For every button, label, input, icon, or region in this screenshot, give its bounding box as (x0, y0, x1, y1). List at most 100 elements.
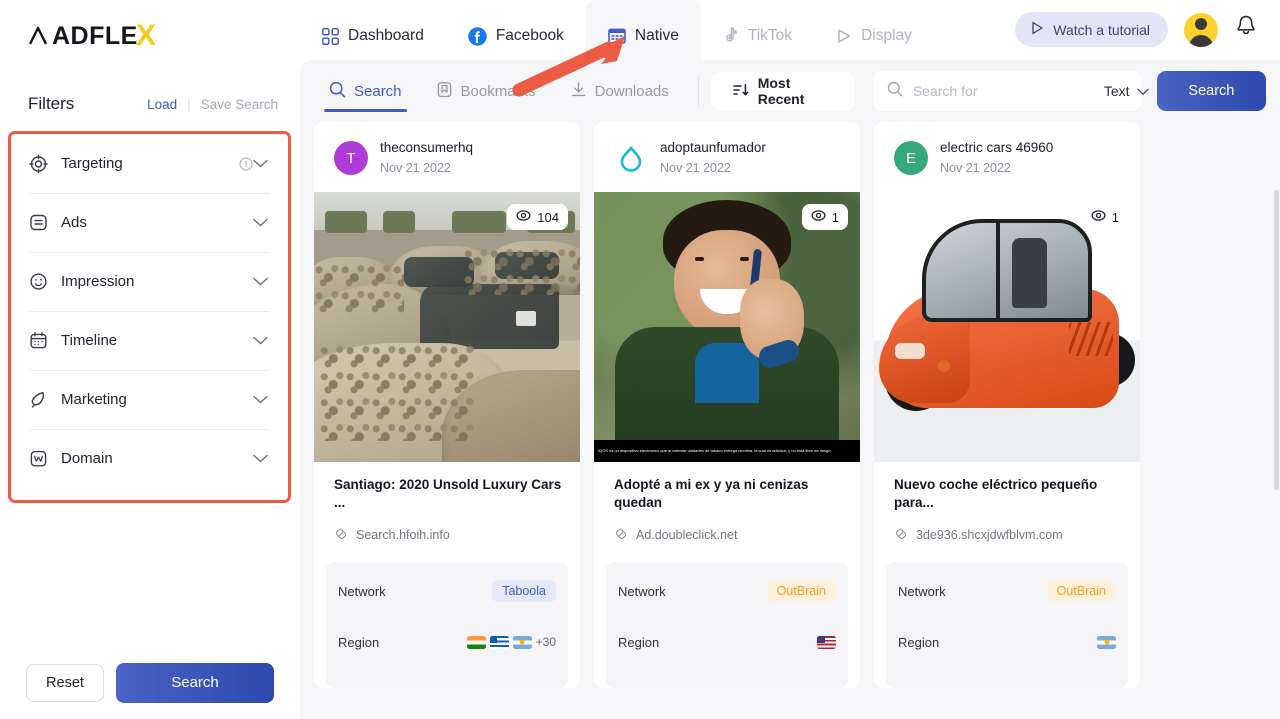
watch-tutorial-button[interactable]: Watch a tutorial (1015, 12, 1168, 47)
view-count-badge: 104 (507, 204, 568, 230)
logo-mark-icon (28, 26, 50, 46)
meta-row-network: Network Taboola (338, 566, 556, 617)
card-header: T theconsumerhq Nov 21 2022 (314, 122, 580, 192)
link-icon (894, 527, 908, 544)
sub-tab-label: Search (354, 83, 402, 100)
nav-tab-label: Facebook (496, 27, 564, 45)
meta-row-region: Region +30 (338, 617, 556, 668)
grid-icon (322, 28, 339, 45)
ad-destination[interactable]: Ad.doubleclick.net (614, 527, 842, 544)
chevron-down-icon (1137, 83, 1149, 99)
meta-key: Region (338, 635, 379, 650)
ads-icon (29, 213, 55, 232)
native-icon (608, 27, 626, 45)
meta-row-partial (898, 668, 1116, 688)
user-avatar[interactable] (1184, 13, 1218, 47)
card-meta: Network Taboola Region +30 (326, 562, 568, 688)
ad-card[interactable]: E electric cars 46960 Nov 21 2022 (874, 122, 1140, 688)
save-search-link[interactable]: Save Search (201, 97, 278, 112)
chevron-down-icon[interactable] (253, 214, 268, 232)
smiley-icon (29, 272, 55, 291)
chevron-down-icon[interactable] (253, 155, 268, 173)
brand-logo[interactable]: ADFLEX (0, 19, 300, 53)
ad-destination[interactable]: Search.hfoih.info (334, 527, 562, 544)
watch-tutorial-label: Watch a tutorial (1053, 22, 1150, 38)
ad-creative-image[interactable]: 1 (874, 192, 1140, 462)
sub-tab-downloads[interactable]: Downloads (553, 62, 686, 120)
sidebar-search-button[interactable]: Search (116, 663, 274, 703)
logo-accent: X (136, 19, 157, 53)
meta-row-partial (338, 668, 556, 688)
filter-item-domain[interactable]: Domain (11, 429, 288, 488)
card-body: Nuevo coche eléctrico pequeño para... 3d… (874, 462, 1140, 551)
ad-destination[interactable]: 3de936.shcxjdwfblvm.com (894, 527, 1122, 544)
sub-tab-search[interactable]: Search (312, 62, 419, 120)
link-icon (334, 527, 348, 544)
account-name: electric cars 46960 (940, 138, 1053, 158)
filter-item-ads[interactable]: Ads (11, 193, 288, 252)
eye-icon (1091, 209, 1106, 225)
region-flags: +30 (467, 635, 556, 649)
filters-group-highlighted: Targeting (8, 131, 291, 503)
filter-item-marketing[interactable]: Marketing (11, 370, 288, 429)
sort-dropdown[interactable]: Most Recent (711, 72, 855, 110)
creative-legal-text: IQOS es un dispositivo electrónico que a… (594, 440, 860, 462)
subnav-divider (698, 76, 699, 106)
chevron-down-icon[interactable] (253, 450, 268, 468)
filter-label: Ads (61, 214, 253, 231)
nav-tab-label: TikTok (748, 27, 792, 45)
filter-label: Marketing (61, 391, 253, 408)
results-grid: T theconsumerhq Nov 21 2022 (300, 122, 1280, 688)
eye-icon (516, 209, 531, 225)
filter-item-timeline[interactable]: Timeline (11, 311, 288, 370)
main-search-button[interactable]: Search (1157, 71, 1266, 111)
meta-row-network: Network OutBrain (898, 566, 1116, 617)
search-input[interactable] (913, 83, 1094, 99)
card-meta: Network OutBrain Region (606, 562, 848, 688)
sub-tab-bookmarks[interactable]: Bookmarks (419, 62, 553, 120)
flag-in-icon (467, 636, 486, 649)
search-type-dropdown[interactable]: Text (1104, 83, 1149, 99)
publish-date: Nov 21 2022 (660, 158, 766, 178)
ad-title: Santiago: 2020 Unsold Luxury Cars ... (334, 476, 562, 512)
actions-divider: | (187, 97, 191, 112)
top-right-actions: Watch a tutorial (1015, 12, 1258, 47)
ad-destination-label: 3de936.shcxjdwfblvm.com (916, 528, 1063, 542)
meta-row-region: Region (898, 617, 1116, 668)
search-field-wrapper[interactable]: Text (873, 71, 1141, 111)
ad-creative-image[interactable]: 104 (314, 192, 580, 462)
creative-art-cars (314, 192, 580, 462)
download-icon (570, 81, 587, 102)
card-body: Santiago: 2020 Unsold Luxury Cars ... Se… (314, 462, 580, 551)
logo-word: ADFLE (52, 22, 138, 51)
meta-key: Network (618, 584, 666, 599)
sub-tab-label: Downloads (595, 83, 669, 100)
card-meta: Network OutBrain Region (886, 562, 1128, 688)
account-name: adoptaunfumador (660, 138, 766, 158)
filter-label: Timeline (61, 332, 253, 349)
notifications-bell-icon[interactable] (1234, 14, 1258, 45)
filter-item-targeting[interactable]: Targeting (11, 134, 288, 193)
filter-label: Impression (61, 273, 253, 290)
vertical-scrollbar[interactable] (1274, 190, 1279, 490)
card-body: Adopté a mi ex y ya ni cenizas quedan Ad… (594, 462, 860, 551)
ad-creative-image[interactable]: IQOS es un dispositivo electrónico que a… (594, 192, 860, 462)
reset-button[interactable]: Reset (26, 664, 104, 702)
card-header: E electric cars 46960 Nov 21 2022 (874, 122, 1140, 192)
ad-card[interactable]: T theconsumerhq Nov 21 2022 (314, 122, 580, 688)
sort-label: Most Recent (758, 75, 833, 107)
chevron-down-icon[interactable] (253, 391, 268, 409)
main-panel: Search Bookmarks Downloa (300, 60, 1280, 719)
meta-row-network: Network OutBrain (618, 566, 836, 617)
ad-card[interactable]: adoptaunfumador Nov 21 2022 (594, 122, 860, 688)
chevron-down-icon[interactable] (253, 273, 268, 291)
info-icon[interactable] (239, 157, 253, 171)
chevron-down-icon[interactable] (253, 332, 268, 350)
search-icon (329, 81, 346, 102)
eye-icon (811, 209, 826, 225)
publish-date: Nov 21 2022 (940, 158, 1053, 178)
filter-item-impression[interactable]: Impression (11, 252, 288, 311)
load-filters-link[interactable]: Load (147, 97, 177, 112)
flag-ar-icon (1097, 636, 1116, 649)
filter-label: Domain (61, 450, 253, 467)
